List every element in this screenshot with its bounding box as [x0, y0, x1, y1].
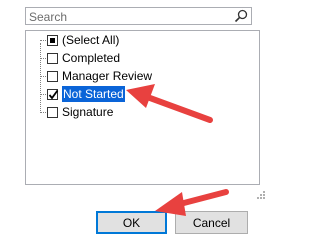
search-icon — [234, 9, 248, 23]
list-item-label: Completed — [62, 51, 121, 65]
list-item-label: Not Started — [61, 85, 126, 103]
list-item-signature[interactable]: Signature — [40, 104, 113, 120]
resize-grip-icon[interactable] — [256, 190, 266, 200]
ok-button[interactable]: OK — [96, 211, 167, 234]
list-item-completed[interactable]: Completed — [40, 50, 120, 66]
checkbox-signature[interactable] — [47, 106, 58, 118]
checkbox-manager-review[interactable] — [47, 70, 58, 82]
tree-connector — [40, 75, 46, 77]
tree-connector — [40, 39, 46, 41]
checkbox-select-all[interactable] — [47, 34, 58, 46]
list-item-select-all[interactable]: (Select All) — [40, 32, 119, 48]
search-box[interactable] — [25, 7, 252, 25]
list-item-manager-review[interactable]: Manager Review — [40, 68, 152, 84]
checkbox-not-started[interactable] — [47, 88, 59, 100]
search-input[interactable] — [26, 9, 229, 25]
checkmark-icon — [48, 89, 59, 99]
filter-list[interactable]: (Select All) Completed Manager Review No… — [25, 30, 260, 185]
list-item-label: Signature — [62, 105, 114, 119]
list-item-not-started[interactable]: Not Started — [40, 85, 126, 103]
tree-connector — [40, 111, 46, 113]
cancel-button[interactable]: Cancel — [175, 211, 248, 234]
tree-connector — [40, 57, 46, 59]
tree-connector — [40, 93, 46, 95]
list-item-label: (Select All) — [62, 33, 120, 47]
list-item-label: Manager Review — [62, 69, 153, 83]
checkbox-completed[interactable] — [47, 52, 58, 64]
